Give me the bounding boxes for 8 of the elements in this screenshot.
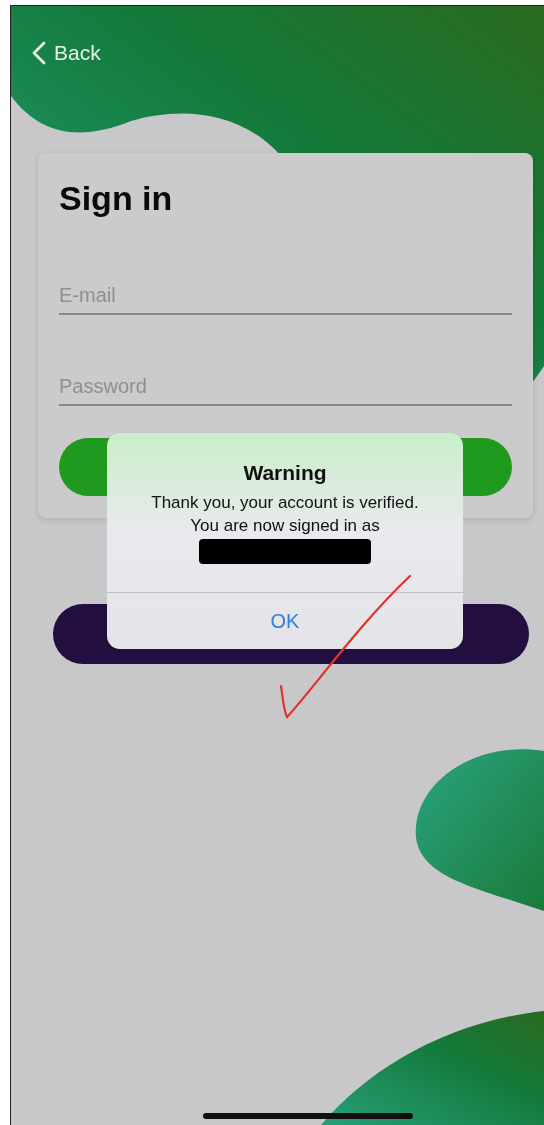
back-button[interactable]: Back bbox=[32, 39, 101, 67]
input-field[interactable]: Password bbox=[59, 371, 512, 406]
chevron-left-icon bbox=[32, 41, 46, 65]
input-field[interactable]: E-mail bbox=[59, 280, 512, 315]
alert-title: Warning bbox=[243, 461, 327, 485]
alert-message: Thank you, your account is verified. You are now signed in as bbox=[150, 492, 420, 537]
card-title: Sign in bbox=[59, 179, 174, 218]
ok-button[interactable]: OK bbox=[107, 592, 463, 649]
